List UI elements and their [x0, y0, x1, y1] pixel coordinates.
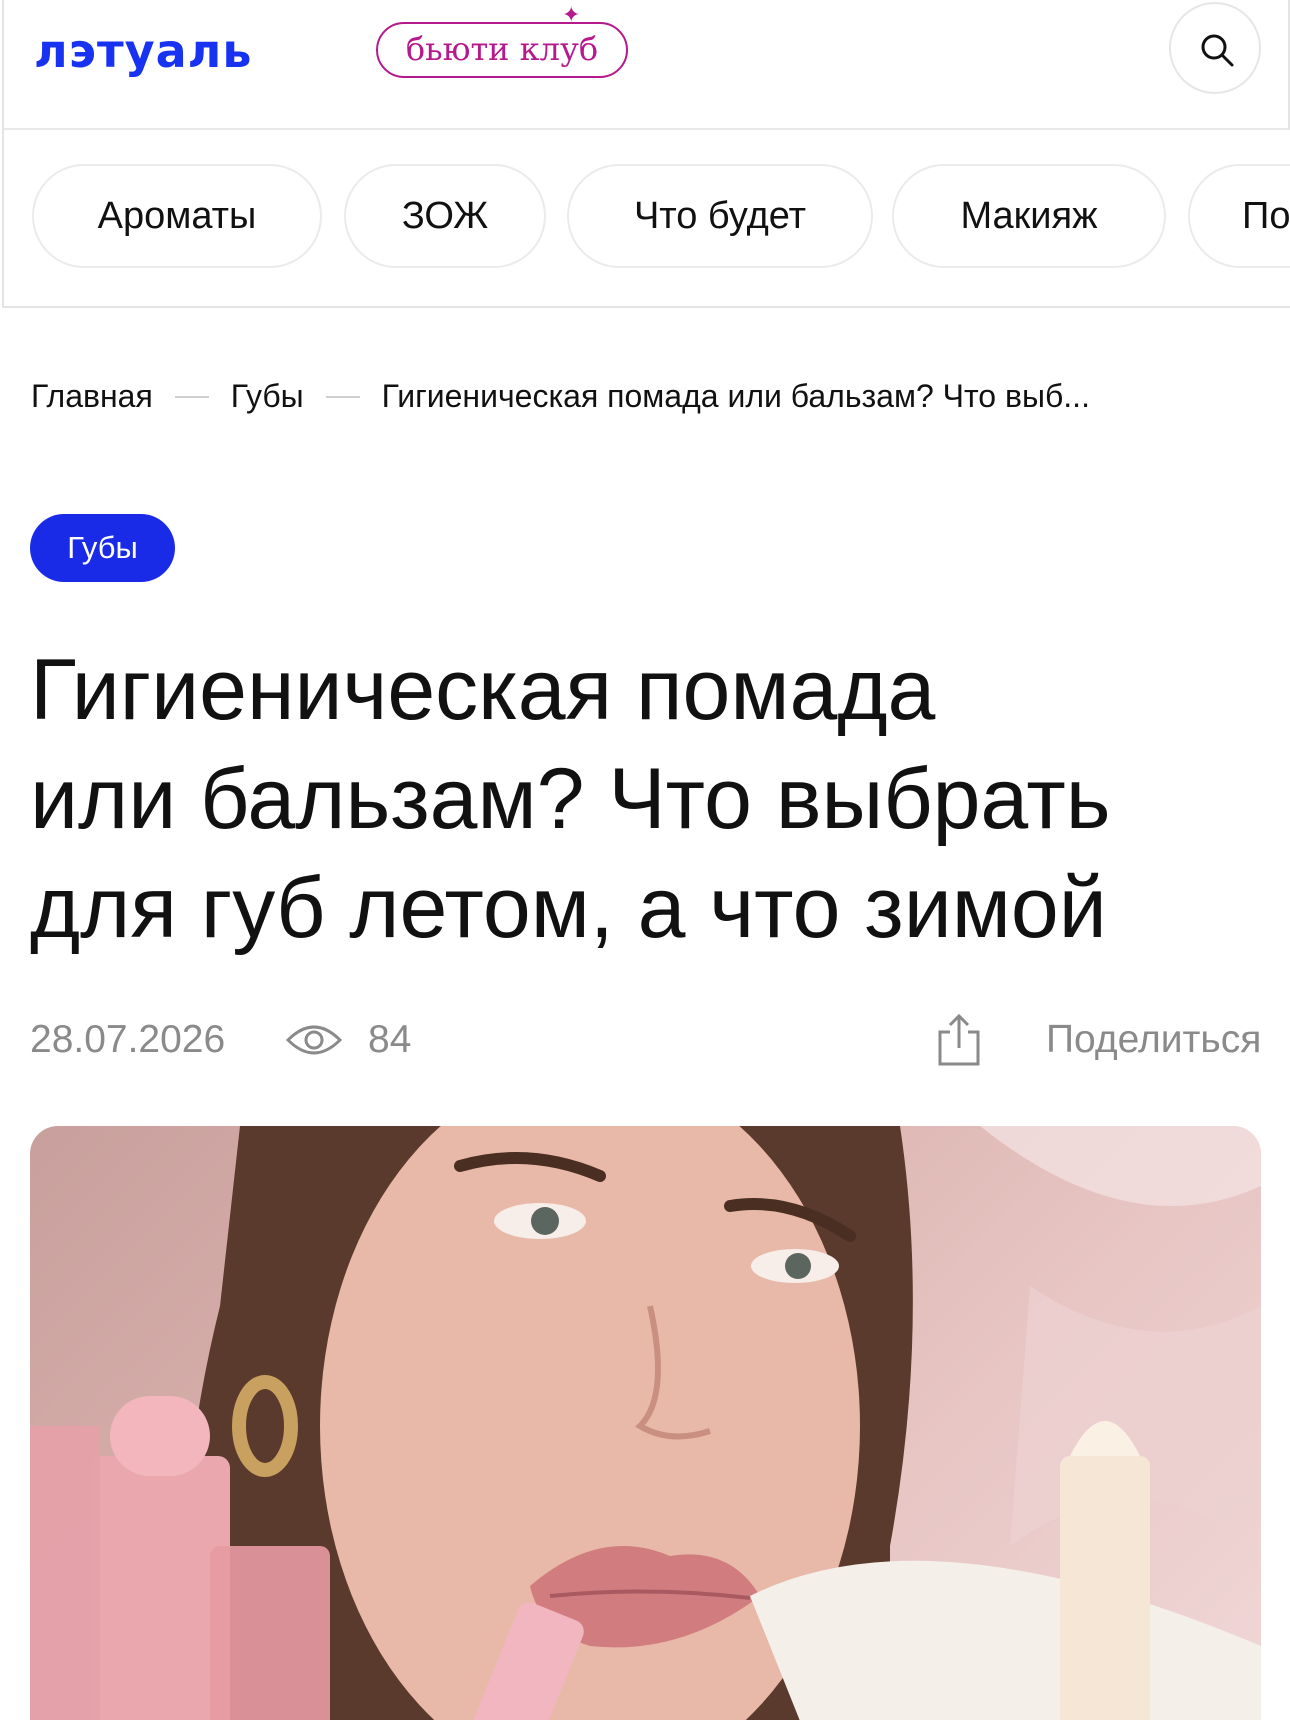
site-header: лэтуаль бьюти клуб ✦ — [2, 0, 1290, 130]
publish-date: 28.07.2026 — [30, 1018, 226, 1061]
views-count: 84 — [368, 1018, 412, 1061]
search-button[interactable] — [1169, 2, 1261, 94]
page: лэтуаль бьюти клуб ✦ Ароматы ЗОЖ Что буд… — [0, 0, 1290, 1720]
title-line: Гигиеническая помада — [30, 642, 936, 738]
share-label: Поделиться — [1046, 1018, 1262, 1061]
breadcrumb-current: Гигиеническая помада или бальзам? Что вы… — [381, 378, 1090, 415]
category-tag[interactable]: Губы — [30, 514, 175, 582]
tab-what-will-be[interactable]: Что будет — [567, 164, 873, 268]
share-icon — [938, 1013, 980, 1066]
breadcrumb: Главная Губы Гигиеническая помада или баль… — [31, 376, 1090, 416]
tab-partial[interactable]: По — [1188, 164, 1290, 268]
article-meta: 28.07.2026 84 Поделиться — [30, 1012, 1262, 1068]
hero-illustration — [30, 1126, 1261, 1720]
eye-icon — [285, 1025, 343, 1055]
tab-aromas[interactable]: Ароматы — [32, 164, 322, 268]
sparkle-icon: ✦ — [562, 2, 581, 27]
category-tabs: Ароматы ЗОЖ Что будет Макияж По — [2, 130, 1290, 308]
breadcrumb-separator — [325, 395, 360, 398]
title-line: для губ летом, а что зимой — [30, 860, 1107, 956]
tab-healthy-lifestyle[interactable]: ЗОЖ — [344, 164, 546, 268]
title-line: или бальзам? Что выбрать — [30, 751, 1111, 847]
tab-makeup[interactable]: Макияж — [892, 164, 1166, 268]
beauty-club-badge[interactable]: бьюти клуб — [376, 22, 628, 78]
brand-logo[interactable]: лэтуаль — [34, 28, 252, 74]
breadcrumb-section[interactable]: Губы — [231, 378, 304, 414]
breadcrumb-home[interactable]: Главная — [31, 378, 153, 414]
breadcrumb-separator — [174, 395, 209, 398]
search-icon — [1201, 34, 1234, 67]
article-title: Гигиеническая помада или бальзам? Что вы… — [30, 636, 1250, 963]
hero-image — [30, 1126, 1261, 1720]
